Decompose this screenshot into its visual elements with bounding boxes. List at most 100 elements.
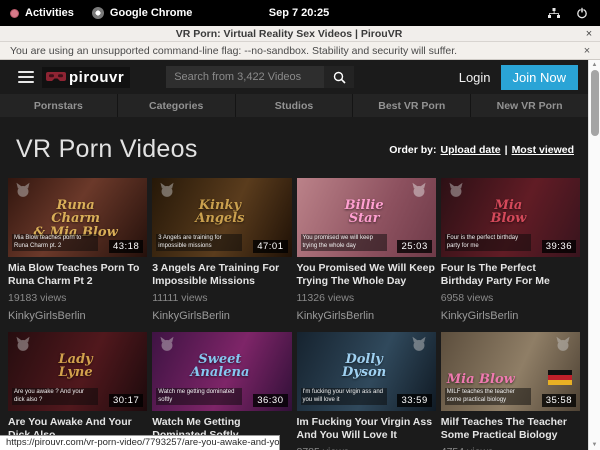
nav-item-pornstars[interactable]: Pornstars <box>0 94 118 117</box>
scrollbar-thumb[interactable] <box>591 70 599 136</box>
video-thumbnail[interactable]: Runa Charm & Mia Blow Mia Blow teaches p… <box>8 178 147 257</box>
order-by-upload-date-link[interactable]: Upload date <box>441 144 501 156</box>
duration-badge: 43:18 <box>109 240 143 253</box>
thumbnail-caption: Watch me getting dominated softly <box>156 388 242 405</box>
video-card: Sweet Analena Watch me getting dominated… <box>152 332 291 450</box>
studio-logo-icon <box>158 182 176 198</box>
duration-badge: 25:03 <box>397 240 431 253</box>
power-icon[interactable] <box>576 7 588 19</box>
video-card: Mia Blow Four is the perfect birthday pa… <box>441 178 580 322</box>
activities-label: Activities <box>25 7 74 19</box>
studio-link[interactable]: KinkyGirlsBerlin <box>152 310 291 322</box>
view-count: 6958 views <box>441 292 580 304</box>
video-card: Lady Lyne Are you awake ? And your dick … <box>8 332 147 450</box>
thumbnail-overlay-text: Lady Lyne <box>8 353 143 380</box>
menu-hamburger-icon[interactable] <box>18 71 34 83</box>
video-title-link[interactable]: Im Fucking Your Virgin Ass And You Will … <box>297 416 436 441</box>
login-link[interactable]: Login <box>459 70 491 85</box>
duration-badge: 33:59 <box>397 394 431 407</box>
thumbnail-caption: 3 Angels are training for impossible mis… <box>156 234 242 251</box>
search-button[interactable] <box>324 66 354 88</box>
search-input[interactable] <box>166 66 324 88</box>
duration-badge: 39:36 <box>542 240 576 253</box>
studio-logo-icon <box>158 336 176 352</box>
studio-logo-icon <box>447 182 465 198</box>
studio-logo-icon <box>410 336 428 352</box>
video-thumbnail[interactable]: Sweet Analena Watch me getting dominated… <box>152 332 291 411</box>
view-count: 19183 views <box>8 292 147 304</box>
scroll-up-icon[interactable]: ▲ <box>589 60 600 70</box>
duration-badge: 35:58 <box>542 394 576 407</box>
thumbnail-caption: I'm fucking your virgin ass and you will… <box>301 388 387 405</box>
view-count: 4754 views <box>441 446 580 450</box>
duration-badge: 47:01 <box>253 240 287 253</box>
thumbnail-overlay-text: Dolly Dyson <box>297 353 432 380</box>
video-card: Billie Star You promised we will keep tr… <box>297 178 436 322</box>
studio-link[interactable]: KinkyGirlsBerlin <box>297 310 436 322</box>
nav-item-best-vr-porn[interactable]: Best VR Porn <box>353 94 471 117</box>
view-count: 8785 views <box>297 446 436 450</box>
app-menu-google-chrome[interactable]: Google Chrome <box>92 7 193 19</box>
system-top-bar: Activities Google Chrome Sep 7 20:25 <box>0 0 600 26</box>
video-thumbnail[interactable]: Dolly Dyson I'm fucking your virgin ass … <box>297 332 436 411</box>
thumbnail-overlay-text: Kinky Angels <box>152 199 287 226</box>
order-by: Order by: Upload date | Most viewed <box>389 144 574 156</box>
search-icon <box>333 71 346 84</box>
duration-badge: 30:17 <box>109 394 143 407</box>
app-menu-label: Google Chrome <box>110 7 193 19</box>
window-title: VR Porn: Virtual Reality Sex Videos | Pi… <box>0 28 578 40</box>
scrollbar[interactable]: ▲ ▼ <box>588 60 600 450</box>
chrome-icon <box>92 7 104 19</box>
view-count: 11326 views <box>297 292 436 304</box>
video-thumbnail[interactable]: Kinky Angels 3 Angels are training for i… <box>152 178 291 257</box>
nav-item-categories[interactable]: Categories <box>118 94 236 117</box>
video-title-link[interactable]: Milf Teaches The Teacher Some Practical … <box>441 416 580 441</box>
video-thumbnail[interactable]: Billie Star You promised we will keep tr… <box>297 178 436 257</box>
german-flag-icon <box>548 370 572 385</box>
studio-logo-icon <box>554 336 572 352</box>
studio-logo-icon <box>14 336 32 352</box>
nav-item-new-vr-porn[interactable]: New VR Porn <box>471 94 588 117</box>
clock[interactable]: Sep 7 20:25 <box>269 7 330 19</box>
infobar-close-icon[interactable]: × <box>574 45 600 57</box>
order-by-most-viewed-link[interactable]: Most viewed <box>512 144 574 156</box>
video-card: Dolly Dyson I'm fucking your virgin ass … <box>297 332 436 450</box>
join-now-button[interactable]: Join Now <box>501 65 578 90</box>
video-thumbnail[interactable]: Mia Blow Four is the perfect birthday pa… <box>441 178 580 257</box>
order-by-label: Order by: <box>389 144 436 156</box>
thumbnail-caption: Mia Blow teaches porn to Runa Charm pt. … <box>12 234 98 251</box>
video-card: Kinky Angels 3 Angels are training for i… <box>152 178 291 322</box>
thumbnail-overlay-text: Billie Star <box>297 199 432 226</box>
site-logo-text: pirouvr <box>69 69 124 86</box>
duration-badge: 36:30 <box>253 394 287 407</box>
video-title-link[interactable]: Mia Blow Teaches Porn To Runa Charm Pt 2 <box>8 262 147 287</box>
network-icon[interactable] <box>548 8 560 19</box>
video-title-link[interactable]: Four Is The Perfect Birthday Party For M… <box>441 262 580 287</box>
studio-link[interactable]: KinkyGirlsBerlin <box>8 310 147 322</box>
page-viewport: pirouvr Login Join Now Pornstars Categor… <box>0 60 588 450</box>
view-count: 11111 views <box>152 292 291 304</box>
page-title: VR Porn Videos <box>16 135 198 164</box>
video-thumbnail[interactable]: Mia Blow MILF teaches the teacher some p… <box>441 332 580 411</box>
infobar-message: You are using an unsupported command-lin… <box>0 45 574 57</box>
thumbnail-caption: You promised we will keep trying the who… <box>301 234 387 251</box>
studio-link[interactable]: KinkyGirlsBerlin <box>441 310 580 322</box>
video-card: Mia Blow MILF teaches the teacher some p… <box>441 332 580 450</box>
screen-record-indicator-icon <box>10 9 19 18</box>
thumbnail-overlay-text: Mia Blow <box>441 199 576 226</box>
scroll-down-icon[interactable]: ▼ <box>589 440 600 450</box>
video-thumbnail[interactable]: Lady Lyne Are you awake ? And your dick … <box>8 332 147 411</box>
studio-logo-icon <box>410 182 428 198</box>
activities-button[interactable]: Activities <box>10 7 74 19</box>
status-url-preview: https://pirouvr.com/vr-porn-video/779325… <box>0 435 280 450</box>
close-window-icon[interactable]: × <box>578 28 600 40</box>
order-by-separator: | <box>505 144 508 156</box>
video-grid: Runa Charm & Mia Blow Mia Blow teaches p… <box>8 178 580 450</box>
thumbnail-caption: Are you awake ? And your dick also ? <box>12 388 98 405</box>
main-nav: Pornstars Categories Studios Best VR Por… <box>0 94 588 117</box>
nav-item-studios[interactable]: Studios <box>236 94 354 117</box>
site-logo[interactable]: pirouvr <box>42 67 130 88</box>
video-title-link[interactable]: 3 Angels Are Training For Impossible Mis… <box>152 262 291 287</box>
thumbnail-caption: Four is the perfect birthday party for m… <box>445 234 531 251</box>
video-title-link[interactable]: You Promised We Will Keep Trying The Who… <box>297 262 436 287</box>
